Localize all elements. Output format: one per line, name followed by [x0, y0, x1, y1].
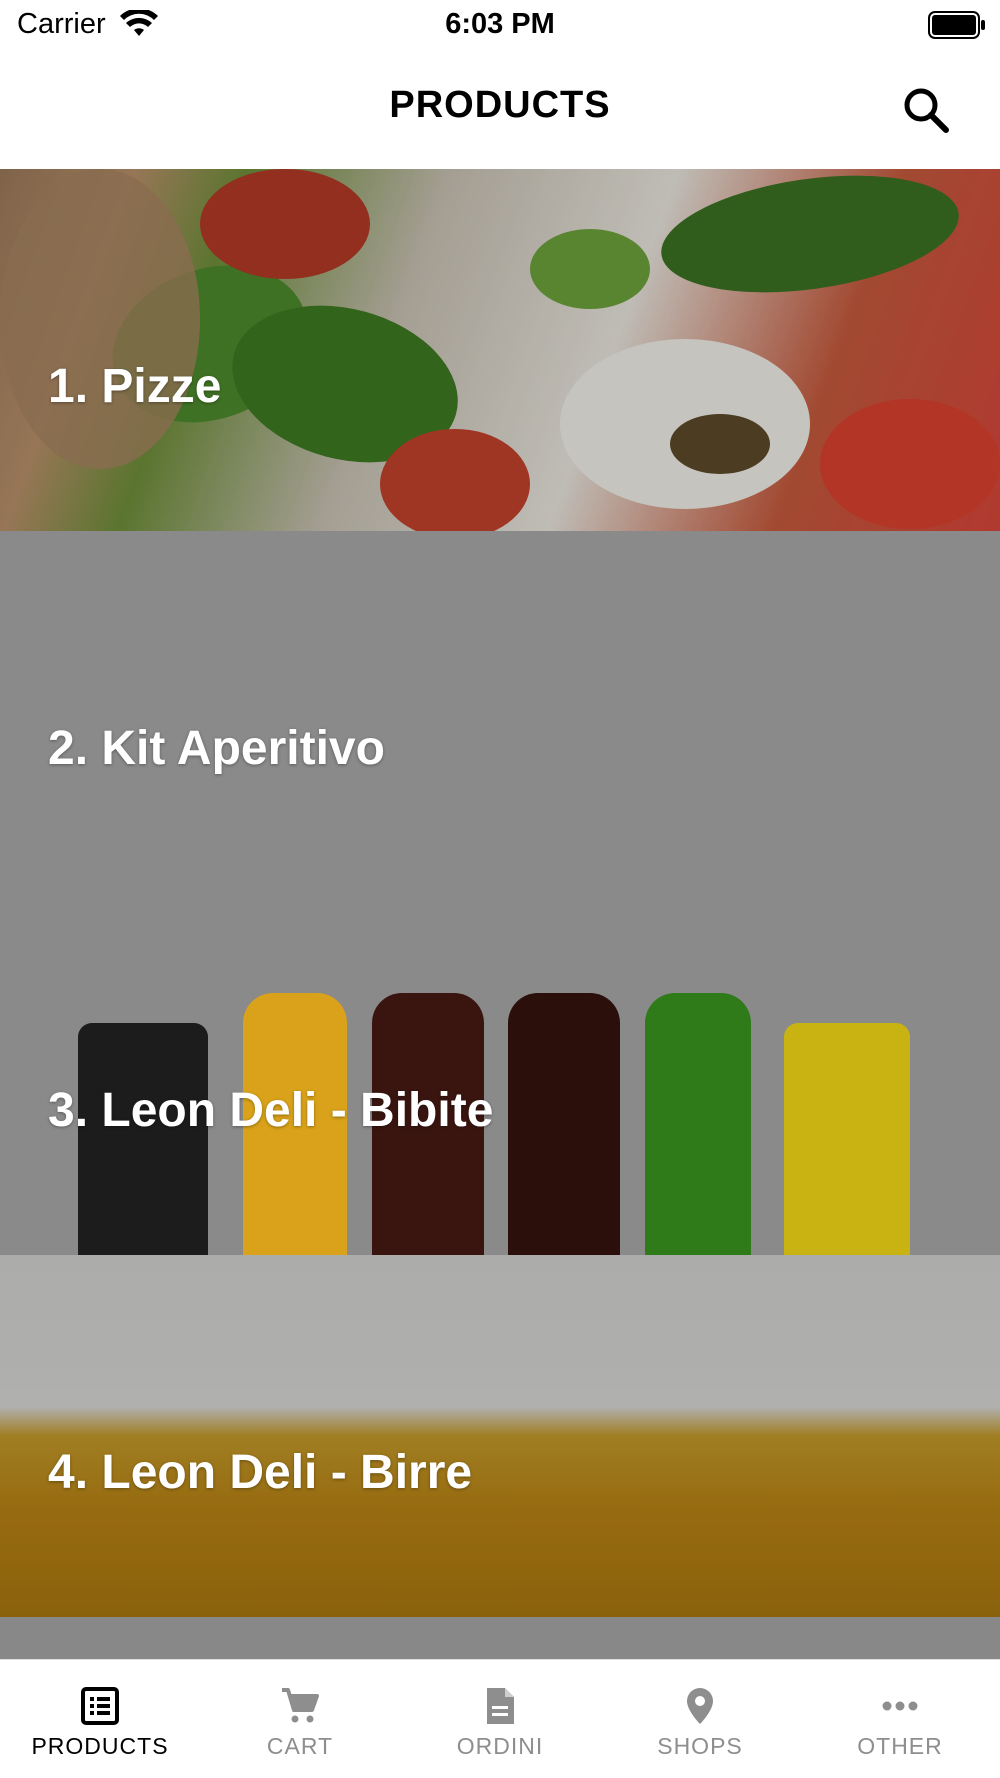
status-bar: Carrier 6:03 PM	[0, 0, 1000, 54]
category-pizze[interactable]: 1. Pizze	[0, 169, 1000, 531]
list-icon	[81, 1687, 119, 1725]
tab-shops[interactable]: SHOPS	[600, 1660, 800, 1778]
status-time: 6:03 PM	[445, 8, 555, 40]
category-label: 4. Leon Deli - Birre	[48, 1446, 473, 1499]
cart-icon	[282, 1688, 319, 1723]
tab-label: CART	[266, 1733, 334, 1759]
tab-bar: PRODUCTS CART ORDINI SHOPS OTHER	[0, 1659, 1000, 1778]
location-pin-icon	[687, 1688, 713, 1724]
more-icon	[882, 1701, 918, 1711]
category-birre[interactable]: 4. Leon Deli - Birre	[0, 1255, 1000, 1617]
tab-label: PRODUCTS	[31, 1733, 169, 1759]
tab-label: ORDINI	[456, 1733, 544, 1759]
battery-icon	[928, 11, 985, 39]
page-title: PRODUCTS	[389, 84, 611, 126]
category-label: 1. Pizze	[48, 360, 222, 413]
category-list: 1. Pizze 2. Kit Aperitivo 3. Leon Deli -…	[0, 169, 1000, 1659]
tab-label: OTHER	[857, 1733, 943, 1759]
drinks-image	[0, 893, 1000, 1255]
category-bibite[interactable]: 3. Leon Deli - Bibite	[0, 893, 1000, 1255]
tab-other[interactable]: OTHER	[800, 1660, 1000, 1778]
category-label: 3. Leon Deli - Bibite	[48, 1084, 494, 1137]
nav-header: PRODUCTS	[0, 54, 1000, 169]
tab-label: SHOPS	[657, 1733, 743, 1759]
category-kit-aperitivo[interactable]: 2. Kit Aperitivo	[0, 531, 1000, 893]
search-icon[interactable]	[900, 84, 952, 136]
document-icon	[487, 1688, 514, 1724]
tab-cart[interactable]: CART	[200, 1660, 400, 1778]
tab-ordini[interactable]: ORDINI	[400, 1660, 600, 1778]
category-label: 2. Kit Aperitivo	[48, 722, 385, 775]
tab-products[interactable]: PRODUCTS	[0, 1660, 200, 1778]
